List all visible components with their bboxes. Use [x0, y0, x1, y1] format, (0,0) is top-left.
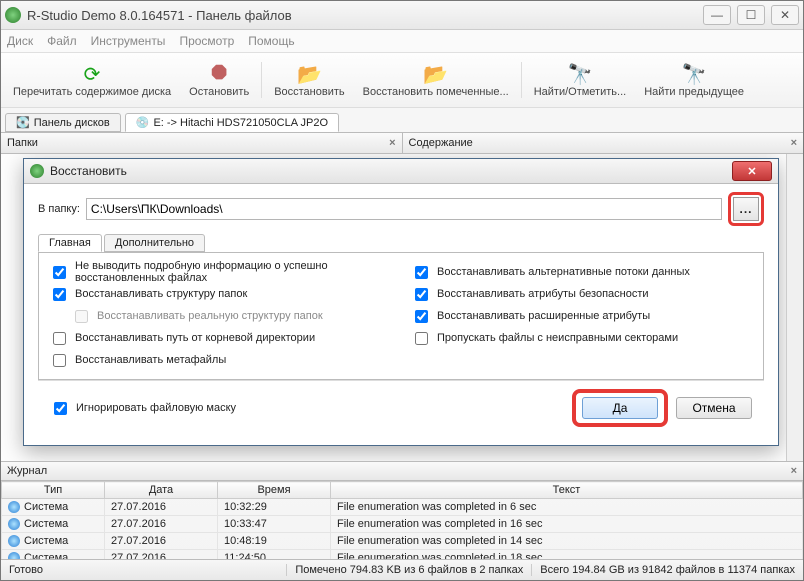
refresh-icon: ⟳	[80, 62, 104, 86]
col-time[interactable]: Время	[218, 482, 331, 499]
menu-disk[interactable]: Диск	[7, 34, 33, 48]
tab-disks[interactable]: 💽 Панель дисков	[5, 113, 121, 132]
opt-real-struct: Восстанавливать реальную структуру папок	[49, 307, 391, 326]
find-prev-button[interactable]: 🔭 Найти предыдущее	[636, 60, 752, 100]
path-label: В папку:	[38, 203, 80, 215]
recover-dialog: Восстановить ✕ В папку: ... Главная Допо…	[23, 158, 779, 446]
info-icon	[8, 552, 20, 560]
menu-tools[interactable]: Инструменты	[91, 34, 166, 48]
menu-help[interactable]: Помощь	[248, 34, 294, 48]
opt-from-root[interactable]: Восстанавливать путь от корневой директо…	[49, 329, 391, 348]
opt-sec-attrs[interactable]: Восстанавливать атрибуты безопасности	[411, 285, 753, 304]
pane-headers: Папки × Содержание ×	[1, 133, 803, 154]
window-title: R-Studio Demo 8.0.164571 - Панель файлов	[27, 8, 703, 23]
toolbar-sep	[261, 62, 262, 98]
main-area: Восстановить ✕ В папку: ... Главная Допо…	[1, 154, 803, 461]
recover-marked-button[interactable]: 📂 Восстановить помеченные...	[355, 60, 517, 100]
status-marked: Помечено 794.83 KB из 6 файлов в 2 папка…	[286, 564, 531, 576]
col-type[interactable]: Тип	[2, 482, 105, 499]
close-contents-icon[interactable]: ×	[791, 137, 797, 149]
table-row[interactable]: Система27.07.201610:32:29File enumeratio…	[2, 499, 803, 516]
log-table: Тип Дата Время Текст Система27.07.201610…	[1, 481, 803, 560]
maximize-button[interactable]: ☐	[737, 5, 765, 25]
browse-highlight: ...	[728, 192, 764, 226]
col-date[interactable]: Дата	[105, 482, 218, 499]
scrollbar[interactable]	[786, 154, 803, 461]
cancel-button[interactable]: Отмена	[676, 397, 752, 419]
info-icon	[8, 501, 20, 513]
opt-skip-bad[interactable]: Пропускать файлы с неисправными секторам…	[411, 329, 753, 348]
recover-icon: 📂	[297, 62, 321, 86]
opt-no-detail[interactable]: Не выводить подробную информацию о успеш…	[49, 260, 391, 284]
main-window: R-Studio Demo 8.0.164571 - Панель файлов…	[0, 0, 804, 581]
toolbar-sep	[521, 62, 522, 98]
titlebar: R-Studio Demo 8.0.164571 - Панель файлов…	[1, 1, 803, 30]
dialog-tab-main[interactable]: Главная	[38, 234, 102, 252]
table-row[interactable]: Система27.07.201610:48:19File enumeratio…	[2, 533, 803, 550]
folders-pane-header: Папки ×	[1, 133, 402, 153]
app-icon	[5, 7, 21, 23]
binoculars-prev-icon: 🔭	[682, 62, 706, 86]
find-button[interactable]: 🔭 Найти/Отметить...	[526, 60, 634, 100]
menu-view[interactable]: Просмотр	[179, 34, 234, 48]
menu-file[interactable]: Файл	[47, 34, 77, 48]
dialog-tab-extra[interactable]: Дополнительно	[104, 234, 205, 252]
tab-row: 💽 Панель дисков 💿 E: -> Hitachi HDS72105…	[1, 108, 803, 133]
opt-alt-streams[interactable]: Восстанавливать альтернативные потоки да…	[411, 263, 753, 282]
path-input[interactable]	[86, 198, 722, 220]
opt-ext-attrs[interactable]: Восстанавливать расширенные атрибуты	[411, 307, 753, 326]
info-icon	[8, 518, 20, 530]
recover-marked-icon: 📂	[424, 62, 448, 86]
status-bar: Готово Помечено 794.83 KB из 6 файлов в …	[1, 560, 803, 580]
dialog-title: Восстановить	[50, 164, 127, 178]
close-button[interactable]: ✕	[771, 5, 799, 25]
contents-pane-header: Содержание ×	[402, 133, 804, 153]
disks-icon: 💽	[16, 116, 30, 129]
status-total: Всего 194.84 GB из 91842 файлов в 11374 …	[531, 564, 803, 576]
dialog-icon	[30, 164, 44, 178]
col-text[interactable]: Текст	[331, 482, 803, 499]
close-log-icon[interactable]: ×	[791, 465, 797, 477]
status-ready: Готово	[1, 564, 51, 576]
recover-button[interactable]: 📂 Восстановить	[266, 60, 352, 100]
stop-icon: ⯃	[207, 62, 231, 86]
toolbar: ⟳ Перечитать содержимое диска ⯃ Останови…	[1, 53, 803, 108]
opt-ignore-mask[interactable]: Игнорировать файловую маску	[50, 399, 236, 418]
binoculars-icon: 🔭	[568, 62, 592, 86]
opt-folder-struct[interactable]: Восстанавливать структуру папок	[49, 285, 391, 304]
stop-button[interactable]: ⯃ Остановить	[181, 60, 257, 100]
dialog-options-panel: Не выводить подробную информацию о успеш…	[38, 253, 764, 380]
close-folders-icon[interactable]: ×	[389, 137, 395, 149]
refresh-button[interactable]: ⟳ Перечитать содержимое диска	[5, 60, 179, 100]
table-row[interactable]: Система27.07.201611:24:50File enumeratio…	[2, 550, 803, 560]
ok-highlight: Да	[572, 389, 668, 427]
table-row[interactable]: Система27.07.201610:33:47File enumeratio…	[2, 516, 803, 533]
ok-button[interactable]: Да	[582, 397, 658, 419]
dialog-close-button[interactable]: ✕	[732, 161, 772, 181]
tab-drive[interactable]: 💿 E: -> Hitachi HDS721050CLA JP2O	[125, 113, 339, 132]
minimize-button[interactable]: —	[703, 5, 731, 25]
dialog-titlebar: Восстановить ✕	[24, 159, 778, 184]
browse-button[interactable]: ...	[733, 197, 759, 221]
info-icon	[8, 535, 20, 547]
drive-icon: 💿	[136, 116, 150, 129]
log-header: Журнал ×	[1, 461, 803, 481]
menubar: Диск Файл Инструменты Просмотр Помощь	[1, 30, 803, 53]
log-area: Тип Дата Время Текст Система27.07.201610…	[1, 481, 803, 560]
opt-metafiles[interactable]: Восстанавливать метафайлы	[49, 351, 391, 370]
